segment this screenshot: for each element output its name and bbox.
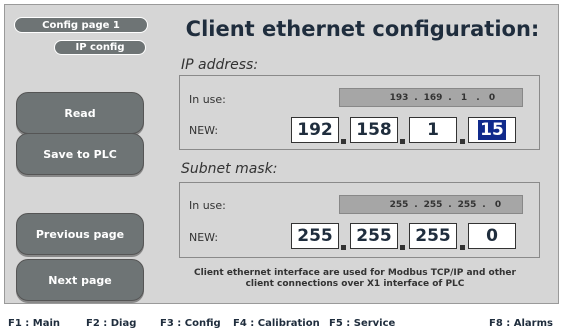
octet-separator: . [448,93,452,103]
ip-new-octet-3[interactable]: 1 [409,117,457,143]
ip-in-use-octet-4: 0 [488,93,496,103]
f2-diag-key[interactable]: F2 : Diag [86,318,136,329]
ip-new-octet-1[interactable]: 192 [291,117,339,143]
subnet-new-octet-1[interactable]: 255 [291,223,339,249]
subnet-mask-heading: Subnet mask: [181,161,278,177]
ip-in-use-label: In use: [189,93,226,106]
octet-separator: . [448,200,452,210]
selected-octet-text: 15 [478,120,506,140]
ip-new-octet-2[interactable]: 158 [350,117,398,143]
ip-in-use-octet-2: 169 [423,93,443,103]
page-title: Client ethernet configuration: [185,17,540,41]
octet-dot [460,245,465,250]
info-text: Client ethernet interface are used for M… [160,268,550,290]
ip-in-use-display: 193 . 169 . 1 . 0 [339,88,523,107]
ip-in-use-octet-3: 1 [460,93,468,103]
f8-alarms-key[interactable]: F8 : Alarms [489,318,553,329]
info-line-2: client connections over X1 interface of … [245,279,465,289]
octet-dot [400,139,405,144]
previous-page-button[interactable]: Previous page [16,213,144,255]
octet-separator: . [414,200,418,210]
subnet-new-octet-3[interactable]: 255 [409,223,457,249]
f3-config-key[interactable]: F3 : Config [160,318,221,329]
subnet-in-use-octet-4: 0 [494,200,502,210]
octet-separator: . [414,93,418,103]
f5-service-key[interactable]: F5 : Service [329,318,395,329]
f4-calibration-key[interactable]: F4 : Calibration [233,318,320,329]
save-to-plc-button[interactable]: Save to PLC [16,133,144,175]
subnet-in-use-octet-2: 255 [423,200,443,210]
subnet-in-use-display: 255 . 255 . 255 . 0 [339,195,523,214]
octet-separator: . [476,93,480,103]
info-line-1: Client ethernet interface are used for M… [194,268,516,278]
octet-dot [460,139,465,144]
subnet-new-octet-4[interactable]: 0 [468,223,516,249]
subnet-in-use-label: In use: [189,199,226,212]
octet-separator: . [482,200,486,210]
ip-config-tab[interactable]: IP config [54,40,146,55]
subnet-new-octet-2[interactable]: 255 [350,223,398,249]
config-page-tab[interactable]: Config page 1 [14,17,148,33]
octet-dot [341,139,346,144]
read-button[interactable]: Read [16,92,144,134]
next-page-button[interactable]: Next page [16,259,144,301]
subnet-new-label: NEW: [189,231,219,244]
subnet-in-use-octet-3: 255 [457,200,477,210]
ip-new-octet-4[interactable]: 15 [468,117,516,143]
ip-address-heading: IP address: [181,57,259,73]
f1-main-key[interactable]: F1 : Main [8,318,60,329]
octet-dot [400,245,405,250]
octet-dot [341,245,346,250]
ip-in-use-octet-1: 193 [389,93,409,103]
ip-new-label: NEW: [189,124,219,137]
subnet-in-use-octet-1: 255 [389,200,409,210]
